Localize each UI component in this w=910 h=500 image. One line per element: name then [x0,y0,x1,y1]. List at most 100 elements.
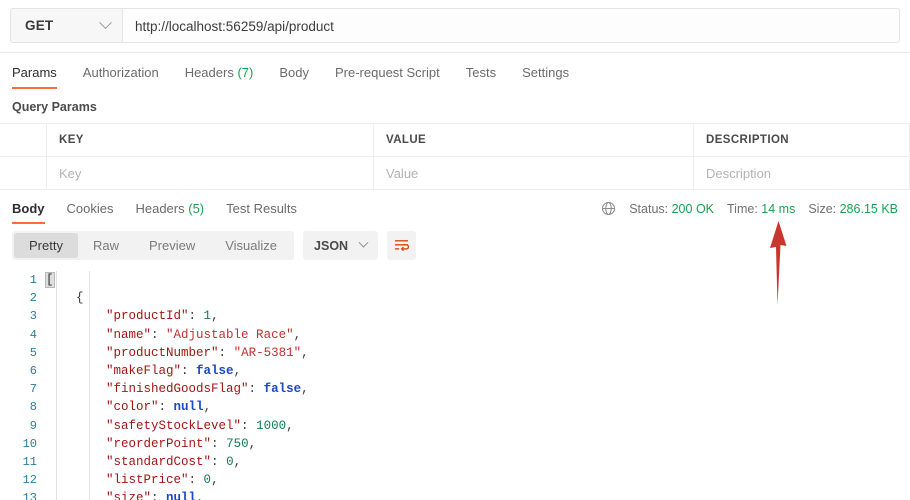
response-tab-test-results[interactable]: Test Results [226,193,297,224]
request-tab-tests[interactable]: Tests [466,57,496,89]
time-label: Time: [727,201,758,216]
request-tab-pre-request-script[interactable]: Pre-request Script [335,57,440,89]
request-tab-authorization[interactable]: Authorization [83,57,159,89]
status-label: Status: [629,201,669,216]
response-tab-test-results-label: Test Results [226,201,297,216]
table-header-row: KEY VALUE DESCRIPTION [0,123,910,157]
code-token: : [218,345,234,360]
line-number: 13 [22,491,37,500]
code-line: [ [45,271,910,289]
response-tabs: Body Cookies Headers (5) Test Results [12,193,297,224]
param-description-input[interactable]: Description [693,156,910,190]
format-tab-visualize[interactable]: Visualize [210,233,292,258]
column-header-description: DESCRIPTION [693,123,910,157]
request-tab-authorization-label: Authorization [82,65,159,80]
code-token: , [248,436,257,451]
code-line: "size": null, [46,489,910,500]
code-token: 1 [203,309,212,324]
word-wrap-button[interactable] [387,231,417,260]
http-method-label: GET [25,18,54,33]
request-tab-settings[interactable]: Settings [522,57,569,89]
response-language-select[interactable]: JSON [303,231,379,260]
request-tab-pre-request-script-label: Pre-request Script [334,65,440,80]
http-method-select[interactable]: GET [10,8,122,43]
chevron-down-icon [99,16,112,30]
code-token: "makeFlag" [106,363,182,378]
response-tab-headers-count: (5) [188,201,205,216]
code-token: false [263,382,302,397]
code-token: : [211,436,227,451]
code-token: 0 [226,454,234,469]
code-token: null [173,400,204,415]
request-url-bar: GET http://localhost:56259/api/product [0,0,910,53]
code-token: , [233,363,242,378]
code-token: "Adjustable Race" [166,327,294,342]
code-token: "productNumber" [106,345,219,360]
time-group: Time: 14 ms [727,202,795,216]
code-line: "standardCost": 0, [46,453,910,471]
format-tab-preview[interactable]: Preview [134,233,210,258]
code-token: false [196,363,234,378]
indent-guide [89,271,90,500]
response-tab-headers[interactable]: Headers (5) [135,193,204,224]
param-value-input[interactable]: Value [373,156,694,190]
request-tab-headers[interactable]: Headers (7) [185,57,254,89]
response-body-viewer[interactable]: 1 2 3 4 5 6 7 8 9 10 11 12 13 [ { "productId": 1, "n… [0,268,910,500]
response-tab-body[interactable]: Body [12,193,45,224]
code-token: : [181,363,197,378]
code-line: { [46,289,910,307]
response-tab-cookies[interactable]: Cookies [67,193,114,224]
response-tab-headers-label: Headers [135,201,185,216]
column-header-key: KEY [46,123,374,157]
size-label: Size: [808,201,837,216]
row-checkbox-cell[interactable] [0,156,47,190]
line-number: 8 [29,400,37,415]
response-body-code[interactable]: [ { "productId": 1, "name": "Adjustable … [45,268,910,500]
code-token: , [301,345,309,360]
code-line: "productNumber": "AR-5381", [46,344,910,362]
format-tab-raw[interactable]: Raw [78,233,134,258]
globe-icon[interactable] [601,201,616,216]
code-line: "safetyStockLevel": 1000, [46,417,910,435]
code-token: : [158,400,174,415]
code-token: "color" [106,400,159,415]
request-url-input[interactable]: http://localhost:56259/api/product [122,8,900,43]
format-tab-pretty[interactable]: Pretty [14,233,78,258]
param-key-input[interactable]: Key [46,156,374,190]
code-token: : [248,382,264,397]
code-token: , [211,473,219,488]
response-tab-body-label: Body [12,201,45,216]
code-token: : [151,491,167,500]
request-tabs: Params Authorization Headers (7) Body Pr… [0,53,910,89]
status-group: Status: 200 OK [629,202,714,216]
code-token: null [166,491,197,500]
response-tab-cookies-label: Cookies [66,201,114,216]
indent-guide [56,271,57,500]
status-value: 200 OK [671,201,714,216]
request-tab-body[interactable]: Body [279,57,309,89]
line-number: 12 [22,473,37,488]
select-all-checkbox-cell[interactable] [0,123,47,157]
line-number: 5 [29,345,37,360]
code-token: , [196,491,204,500]
line-number: 1 [29,273,37,287]
line-number-gutter: 1 2 3 4 5 6 7 8 9 10 11 12 13 [0,268,46,500]
size-group: Size: 286.15 KB [808,202,898,216]
request-tab-tests-label: Tests [465,65,497,80]
code-line: "name": "Adjustable Race", [46,326,910,344]
code-line: "listPrice": 0, [46,471,910,489]
table-row: Key Value Description [0,156,910,190]
code-token: "productId" [106,309,189,324]
code-token: : [211,454,227,469]
response-status-summary: Status: 200 OK Time: 14 ms Size: 286.15 … [601,201,898,216]
request-tab-params[interactable]: Params [12,57,57,89]
code-token: "name" [106,327,152,342]
